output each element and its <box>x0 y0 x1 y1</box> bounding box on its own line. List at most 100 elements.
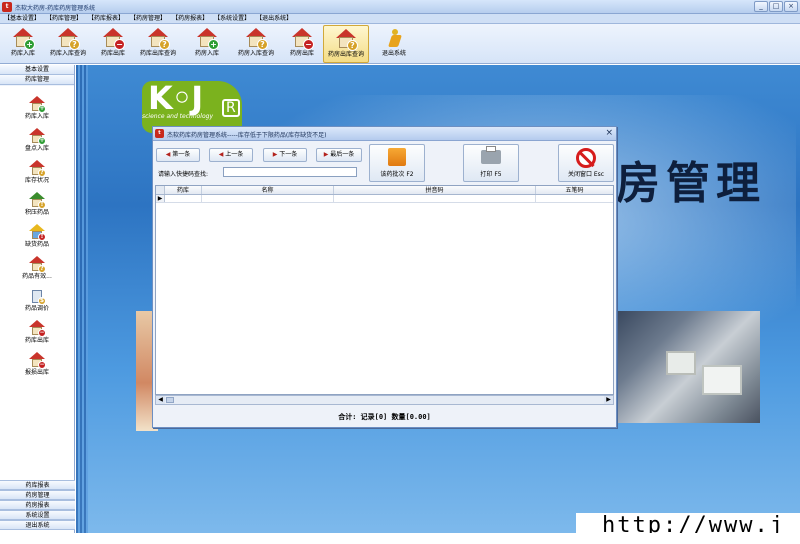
window-controls: _ □ × <box>754 1 798 12</box>
banner-url: http://www.j <box>576 513 800 533</box>
low-stock-dialog: t 杰软药库药房管理系统-----库存低于下限药品(库存缺货不足) × ◀ 第一… <box>152 126 617 428</box>
photo-monitor <box>702 365 742 395</box>
sidebar-header-pharmacy-reports[interactable]: 药房报表 <box>0 500 75 510</box>
menu-exit[interactable]: 【退出系统】 <box>256 14 298 23</box>
toolbar-exit-button[interactable]: 退出系统 <box>375 25 413 63</box>
search-label: 请输入快捷码查找: <box>158 171 209 178</box>
sidebar-item-warehouse-in[interactable]: + 药库入库 <box>0 96 74 121</box>
dialog-close-icon[interactable]: × <box>605 129 613 138</box>
toolbar-pharmacy-in-button[interactable]: + 药房入库 <box>186 25 228 63</box>
menu-system-settings[interactable]: 【系统设置】 <box>214 14 256 23</box>
table-cell[interactable] <box>165 195 202 202</box>
table-header: 药库 名称 拼音码 五笔码 <box>156 186 613 195</box>
menu-pharmacy-management[interactable]: 【药房管理】 <box>130 14 172 23</box>
menu-warehouse-management[interactable]: 【药库管理】 <box>46 14 88 23</box>
house-search-icon: ? <box>245 27 268 50</box>
toolbar-label: 药房出库查询 <box>327 51 364 58</box>
sidebar-item-damage-out[interactable]: − 报损出库 <box>0 352 74 377</box>
title-bar: t 杰软大药房-药库药房管理系统 _ □ × <box>0 0 800 14</box>
sidebar-item-overstock[interactable]: ! 积压药品 <box>0 192 74 217</box>
menu-bar: 【基本设置】 【药库管理】 【药库报表】 【药房管理】 【药房报表】 【系统设置… <box>0 14 800 24</box>
toolbar-label: 退出系统 <box>381 50 406 57</box>
logo-letters: K◦J <box>148 79 203 117</box>
toolbar-warehouse-out-button[interactable]: − 药库出库 <box>93 25 133 63</box>
sidebar: 基本设置 药库管理 + 药库入库 + 盘点入库 ? 库存状况 ! 积压药品 ! … <box>0 65 75 544</box>
sidebar-header-basic-settings[interactable]: 基本设置 <box>0 65 74 75</box>
banner-title: 房管理 <box>616 158 766 209</box>
house-search-icon: ? <box>335 28 358 51</box>
column-header-warehouse[interactable]: 药库 <box>165 186 202 194</box>
table-cell[interactable] <box>334 195 536 202</box>
sidebar-item-label: 报损出库 <box>24 369 49 376</box>
menu-pharmacy-reports[interactable]: 【药房报表】 <box>172 14 214 23</box>
house-search-icon: ? <box>57 27 80 50</box>
column-header-pinyin-code[interactable]: 拼音码 <box>334 186 536 194</box>
table-cell[interactable] <box>202 195 334 202</box>
sidebar-item-price-adjust[interactable]: $ 药品调价 <box>0 288 74 313</box>
table-row[interactable]: ▶ <box>156 195 613 203</box>
house-warning-icon: ! <box>29 192 46 209</box>
last-record-button[interactable]: ▶ 最后一条 <box>316 148 362 162</box>
house-plus-icon: + <box>29 128 46 145</box>
toolbar-label: 药库出库 <box>100 50 125 57</box>
sidebar-header-warehouse-management[interactable]: 药库管理 <box>0 75 74 85</box>
sidebar-header-exit[interactable]: 退出系统 <box>0 520 75 530</box>
menu-basic-settings[interactable]: 【基本设置】 <box>4 14 46 23</box>
sidebar-item-out-of-stock[interactable]: ! 缺货药品 <box>0 224 74 249</box>
toolbar-pharmacy-out-query-button[interactable]: ? 药房出库查询 <box>323 25 369 63</box>
menu-warehouse-reports[interactable]: 【药库报表】 <box>88 14 130 23</box>
house-minus-icon: − <box>29 352 46 369</box>
print-button[interactable]: 打印 F5 <box>463 144 519 182</box>
quick-code-search-input[interactable] <box>223 167 357 177</box>
toolbar-warehouse-in-query-button[interactable]: ? 药库入库查询 <box>43 25 93 63</box>
toolbar-warehouse-out-query-button[interactable]: ? 药库出库查询 <box>133 25 183 63</box>
toolbar-pharmacy-out-button[interactable]: − 药房出库 <box>282 25 322 63</box>
scroll-left-icon[interactable]: ◀ <box>156 396 165 404</box>
sidebar-bottom-headers: 药库报表 药房管理 药房报表 系统设置 退出系统 <box>0 480 75 530</box>
exit-runner-icon <box>383 27 405 49</box>
column-header-wubi-code[interactable]: 五笔码 <box>536 186 613 194</box>
button-label: 打印 F5 <box>480 171 502 178</box>
logo-tagline: science and technology <box>142 113 213 120</box>
summary-text: 合计: 记录[0] 数量[0.00] <box>338 413 431 421</box>
sidebar-item-warehouse-out[interactable]: − 药库出库 <box>0 320 74 345</box>
box-icon <box>388 148 406 166</box>
arrow-left-icon: ◀ <box>165 151 171 158</box>
sidebar-item-label: 盘点入库 <box>24 145 49 152</box>
sidebar-item-inventory-in[interactable]: + 盘点入库 <box>0 128 74 153</box>
minimize-button[interactable]: _ <box>754 1 768 12</box>
warning-icon: ! <box>29 224 46 241</box>
table-cell[interactable] <box>536 195 613 202</box>
dialog-title-bar[interactable]: t 杰软药库药房管理系统-----库存低于下限药品(库存缺货不足) × <box>153 127 616 141</box>
sidebar-panel: + 药库入库 + 盘点入库 ? 库存状况 ! 积压药品 ! 缺货药品 ? 药品有… <box>0 86 74 544</box>
button-label: 上一条 <box>225 151 244 158</box>
toolbar-pharmacy-in-query-button[interactable]: ? 药房入库查询 <box>230 25 282 63</box>
sidebar-header-pharmacy-management[interactable]: 药房管理 <box>0 490 75 500</box>
close-window-button[interactable]: 关闭窗口 Esc <box>558 144 614 182</box>
scroll-right-icon[interactable]: ▶ <box>604 396 613 404</box>
results-table: 药库 名称 拼音码 五笔码 ▶ <box>155 185 614 395</box>
scroll-thumb[interactable] <box>166 397 174 403</box>
batch-button[interactable]: 该药批次 F2 <box>369 144 425 182</box>
first-record-button[interactable]: ◀ 第一条 <box>156 148 200 162</box>
toolbar-label: 药库出库查询 <box>139 50 176 57</box>
sidebar-header-warehouse-reports[interactable]: 药库报表 <box>0 480 75 490</box>
sidebar-header-system-settings[interactable]: 系统设置 <box>0 510 75 520</box>
sidebar-item-label: 药库出库 <box>24 337 49 344</box>
prohibit-icon <box>576 148 596 168</box>
close-button[interactable]: × <box>784 1 798 12</box>
column-header-name[interactable]: 名称 <box>202 186 334 194</box>
horizontal-scrollbar[interactable]: ◀ ▶ <box>155 395 614 405</box>
next-record-button[interactable]: ▶ 下一条 <box>263 148 307 162</box>
sidebar-item-label: 药库入库 <box>24 113 49 120</box>
maximize-button[interactable]: □ <box>769 1 783 12</box>
row-indicator-header <box>156 186 165 194</box>
sidebar-item-label: 缺货药品 <box>24 241 49 248</box>
house-plus-icon: + <box>12 27 35 50</box>
toolbar-warehouse-in-button[interactable]: + 药库入库 <box>3 25 43 63</box>
previous-record-button[interactable]: ◀ 上一条 <box>209 148 253 162</box>
house-plus-icon: + <box>29 96 46 113</box>
house-minus-icon: − <box>291 27 314 50</box>
sidebar-item-stock-status[interactable]: ? 库存状况 <box>0 160 74 185</box>
sidebar-item-expiry[interactable]: ? 药品有效... <box>0 256 74 281</box>
